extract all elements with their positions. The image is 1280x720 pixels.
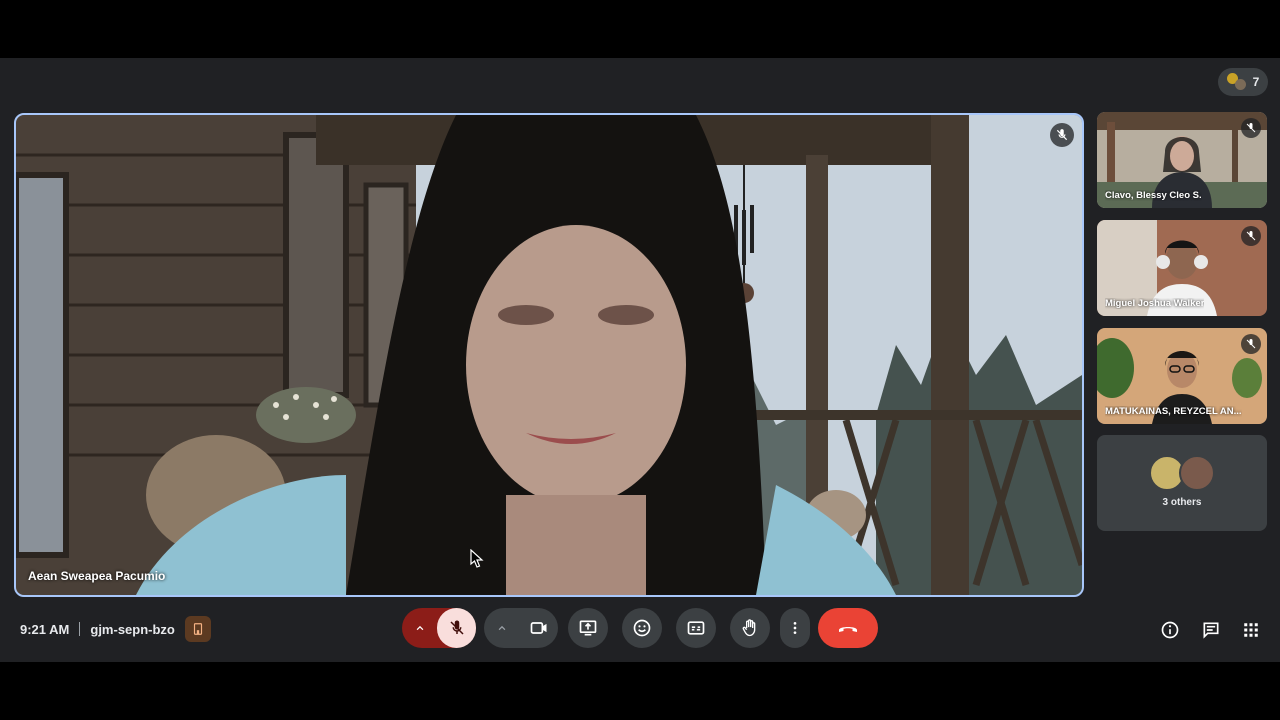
others-tile[interactable]: 3 others <box>1097 435 1267 531</box>
mic-toggle-button[interactable] <box>437 608 476 648</box>
participant-2-name: Miguel Joshua Walker <box>1105 298 1205 309</box>
divider <box>79 622 81 636</box>
hand-icon <box>742 619 756 637</box>
camera-toggle-button[interactable] <box>519 608 558 648</box>
participant-1-name: Clavo, Blessy Cleo S. <box>1105 190 1202 201</box>
chevron-up-icon <box>498 625 505 631</box>
end-call-icon <box>839 627 857 632</box>
participant-tile-2[interactable]: Miguel Joshua Walker <box>1097 220 1267 316</box>
meeting-details-button[interactable] <box>1158 618 1182 642</box>
chevron-up-icon <box>416 625 423 631</box>
other-avatar-2 <box>1179 455 1215 491</box>
participant-1-mic-off-icon <box>1241 118 1261 138</box>
participant-count: 7 <box>1252 75 1260 89</box>
closed-captions-icon <box>687 621 705 635</box>
apps-grid-icon <box>1244 623 1258 637</box>
camera-icon <box>530 622 547 634</box>
mic-options-button[interactable] <box>402 608 437 648</box>
leave-call-button[interactable] <box>818 608 878 648</box>
chat-icon <box>1203 622 1219 639</box>
meeting-time: 9:21 AM <box>20 621 70 637</box>
others-avatars <box>1149 455 1219 491</box>
camera-control <box>484 608 558 648</box>
speaker-mic-off-icon <box>1050 123 1074 147</box>
meeting-code[interactable]: gjm-sepn-bzo <box>90 622 175 637</box>
participant-3-mic-off-icon <box>1241 334 1261 354</box>
chat-button[interactable] <box>1199 618 1223 642</box>
speaker-video-feed <box>16 115 1082 595</box>
meeting-info: 9:21 AM gjm-sepn-bzo <box>20 616 211 642</box>
host-controls-icon[interactable] <box>184 616 211 642</box>
meeting-stage: 7 Aean Sweapea Pacumio Clavo, Blessy Cle… <box>0 58 1280 662</box>
emoji-icon <box>633 619 651 637</box>
speaker-name-label: Aean Sweapea Pacumio <box>28 569 166 583</box>
participant-avatars-icon <box>1226 73 1247 91</box>
present-button[interactable] <box>568 608 608 648</box>
mic-control <box>402 608 476 648</box>
more-vert-icon <box>793 622 797 634</box>
participant-tile-3[interactable]: MATUKAINAS, REYZCEL AN... <box>1097 328 1267 424</box>
captions-button[interactable] <box>676 608 716 648</box>
participant-3-name: MATUKAINAS, REYZCEL AN... <box>1105 406 1242 417</box>
present-screen-icon <box>579 620 597 636</box>
activities-button[interactable] <box>1239 618 1263 642</box>
info-icon <box>1161 621 1179 639</box>
others-count-label: 3 others <box>1162 497 1202 508</box>
participant-tile-1[interactable]: Clavo, Blessy Cleo S. <box>1097 112 1267 208</box>
more-options-button[interactable] <box>780 608 810 648</box>
reactions-button[interactable] <box>622 608 662 648</box>
main-video-tile[interactable]: Aean Sweapea Pacumio <box>14 113 1084 597</box>
participants-button[interactable]: 7 <box>1218 68 1268 96</box>
mic-off-icon <box>449 620 464 635</box>
camera-options-button[interactable] <box>484 608 519 648</box>
mouse-cursor-icon <box>470 549 484 568</box>
participant-2-mic-off-icon <box>1241 226 1261 246</box>
raise-hand-button[interactable] <box>730 608 770 648</box>
